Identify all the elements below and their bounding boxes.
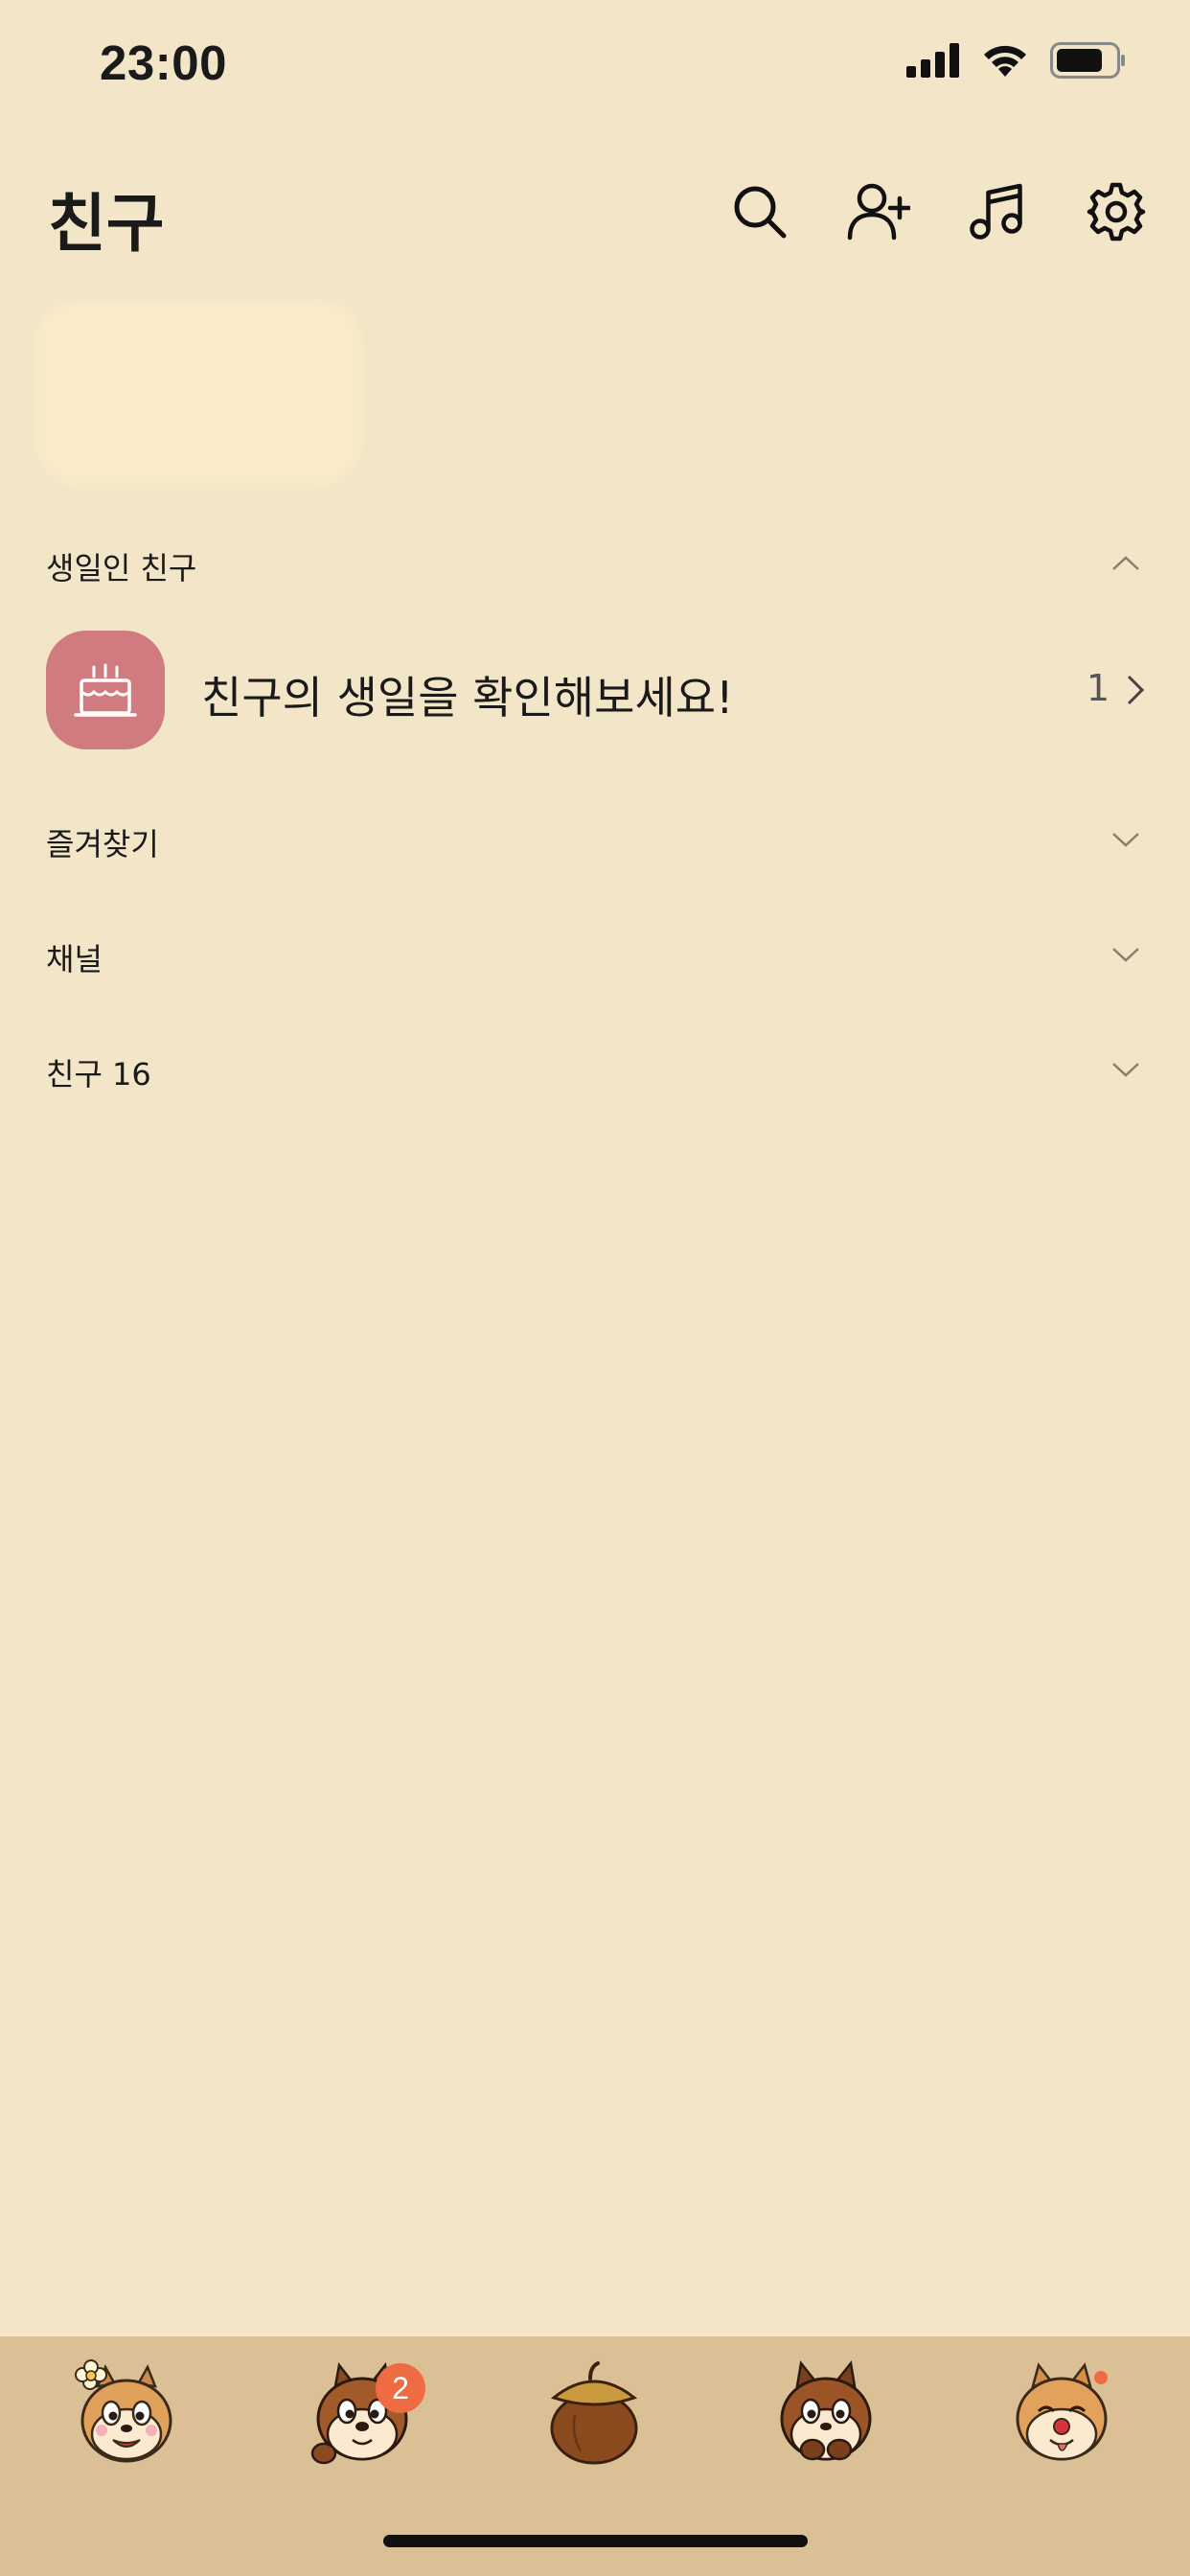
friends-tab-icon <box>75 2359 172 2463</box>
chevron-up-icon <box>1112 556 1139 570</box>
section-birthday-label: 생일인 친구 <box>46 550 197 586</box>
chevron-right-icon <box>1127 675 1145 705</box>
chat-unread-badge: 2 <box>376 2363 425 2413</box>
birthday-count: 1 <box>1086 667 1110 709</box>
section-channels-label: 채널 <box>46 941 103 978</box>
add-friend-icon <box>847 183 910 241</box>
settings-icon <box>1087 182 1146 242</box>
birthday-banner[interactable]: 친구의 생일을 확인해보세요! 1 <box>0 623 1190 757</box>
status-icons <box>906 42 1127 79</box>
wifi-icon <box>984 45 1026 77</box>
header: 친구 <box>0 163 1190 268</box>
page-title: 친구 <box>48 187 165 261</box>
section-friends-label: 친구 16 <box>46 1056 151 1092</box>
battery-icon <box>1050 42 1125 79</box>
chevron-down-icon <box>1112 1063 1139 1077</box>
tab-more[interactable] <box>1004 2358 1119 2472</box>
tab-friends[interactable] <box>69 2358 184 2472</box>
search-icon <box>734 186 787 239</box>
search-button[interactable] <box>728 180 791 243</box>
home-indicator[interactable] <box>383 2535 808 2547</box>
music-button[interactable] <box>966 180 1029 243</box>
section-favorites[interactable]: 즐겨찾기 <box>0 799 1190 876</box>
shopping-tab-icon <box>780 2360 872 2461</box>
section-birthday[interactable]: 생일인 친구 <box>0 523 1190 600</box>
chevron-down-icon <box>1112 948 1139 962</box>
header-actions <box>728 180 1148 243</box>
birthday-banner-text: 친구의 생일을 확인해보세요! <box>201 672 734 724</box>
chevron-down-icon <box>1112 833 1139 847</box>
birthday-cake-icon-container <box>46 631 165 749</box>
more-new-dot <box>1094 2371 1108 2384</box>
settings-button[interactable] <box>1085 180 1148 243</box>
status-time: 23:00 <box>100 35 227 90</box>
tab-view[interactable] <box>537 2358 652 2472</box>
birthday-cake-icon <box>74 663 137 717</box>
my-profile-placeholder[interactable] <box>38 302 359 484</box>
add-friend-button[interactable] <box>847 180 910 243</box>
status-bar: 23:00 <box>0 0 1190 125</box>
cellular-signal-icon <box>906 43 959 78</box>
music-icon <box>970 183 1022 240</box>
section-favorites-label: 즐겨찾기 <box>46 826 159 862</box>
section-friends[interactable]: 친구 16 <box>0 1029 1190 1106</box>
tab-shopping[interactable] <box>768 2358 883 2472</box>
tab-chats[interactable]: 2 <box>305 2358 425 2472</box>
view-tab-icon <box>550 2361 638 2465</box>
section-channels[interactable]: 채널 <box>0 914 1190 991</box>
